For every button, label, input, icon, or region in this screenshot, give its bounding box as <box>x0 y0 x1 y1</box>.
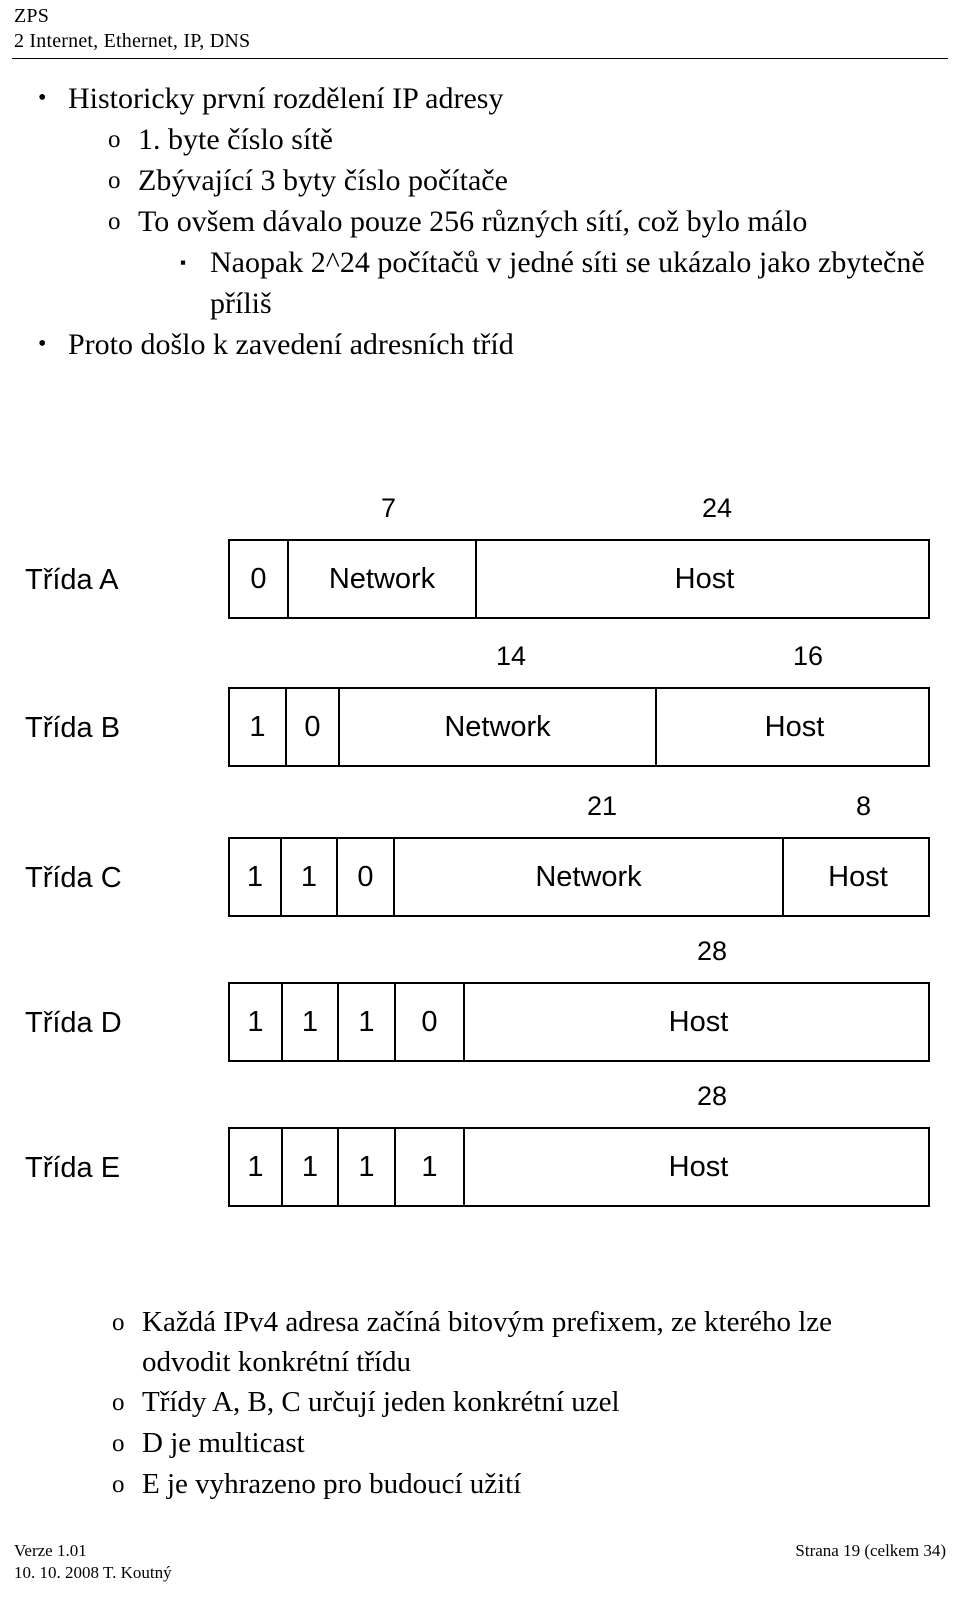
bullet-item: o E je vyhrazeno pro budoucí užití <box>0 1464 960 1505</box>
bullet-item: o D je multicast <box>0 1423 960 1464</box>
address-field-cell: 1 <box>230 1129 283 1205</box>
address-field-cell: 1 <box>230 984 283 1060</box>
bullet-text: Proto došlo k zavedení adresních tříd <box>68 328 514 361</box>
bullet-item: ▪ Naopak 2^24 počítačů v jedné síti se uk… <box>0 242 960 324</box>
address-format-row: 1 1 1 0 Host <box>228 982 930 1062</box>
bullet-marker-icon: o <box>112 1389 125 1416</box>
bullet-text: Naopak 2^24 počítačů v jedné síti se uká… <box>210 246 925 320</box>
class-row-label: Třída C <box>25 862 122 894</box>
bit-count-label: 7 <box>381 493 397 523</box>
bullet-text: To ovšem dávalo pouze 256 různých sítí, … <box>138 205 808 238</box>
top-bullet-list: • Historicky první rozdělení IP adresy o 1.… <box>0 78 960 365</box>
bullet-marker-icon: o <box>108 208 121 235</box>
address-field-cell: Host <box>668 1005 729 1038</box>
bullet-text: Zbývající 3 byty číslo počítače <box>138 164 508 197</box>
bullet-item: o Každá IPv4 adresa začíná bitovým prefix… <box>0 1302 960 1382</box>
page-number: Strana 19 (celkem 34) <box>795 1541 946 1560</box>
address-field-cell: 0 <box>396 984 465 1060</box>
bit-count-label: 24 <box>702 493 733 523</box>
bullet-text: Historicky první rozdělení IP adresy <box>68 82 504 115</box>
slide-page: ZPS 2 Internet, Ethernet, IP, DNS • Histo… <box>0 0 960 1610</box>
address-field-cell: Network <box>340 689 657 765</box>
address-field-cell: 0 <box>338 839 395 915</box>
bullet-item: o Zbývající 3 byty číslo počítače <box>0 160 960 201</box>
address-field-cell: 1 <box>283 984 339 1060</box>
address-field-cell: 0 <box>287 689 340 765</box>
address-field-cell: Network <box>289 541 477 617</box>
address-field-cell: 1 <box>230 839 282 915</box>
class-row-label: Třída B <box>25 712 121 744</box>
document-version: Verze 1.01 <box>14 1541 87 1560</box>
course-code: ZPS <box>14 5 50 27</box>
address-field-cell: Host <box>764 710 825 743</box>
bullet-marker-icon: ▪ <box>180 253 187 272</box>
bullet-item: o To ovšem dávalo pouze 256 různých sítí,… <box>0 201 960 242</box>
document-date-author: 10. 10. 2008 T. Koutný <box>14 1563 172 1582</box>
bullet-text: D je multicast <box>142 1427 305 1459</box>
class-row-label: Třída A <box>25 564 119 596</box>
address-field-cell: 1 <box>283 1129 339 1205</box>
bit-count-label: 8 <box>856 791 872 821</box>
bottom-bullet-list: o Každá IPv4 adresa začíná bitovým prefix… <box>0 1302 960 1505</box>
address-field-cell: Host <box>668 1150 729 1183</box>
footer-left-block: Verze 1.01 10. 10. 2008 T. Koutný <box>14 1540 172 1584</box>
address-field-cell: 1 <box>339 984 396 1060</box>
chapter-title: 2 Internet, Ethernet, IP, DNS <box>14 30 251 52</box>
address-format-row: 0 Network Host <box>228 539 930 619</box>
bullet-text: E je vyhrazeno pro budoucí užití <box>142 1468 522 1500</box>
bullet-item: • Historicky první rozdělení IP adresy <box>0 78 960 119</box>
bullet-marker-icon: o <box>112 1430 125 1457</box>
bit-count-label: 14 <box>496 641 527 671</box>
address-field-cell: Host <box>828 860 888 893</box>
address-field-cell: 1 <box>396 1129 465 1205</box>
address-field-cell: 1 <box>230 689 287 765</box>
address-field-cell: 0 <box>230 541 289 617</box>
bullet-text: Třídy A, B, C určují jeden konkrétní uze… <box>142 1386 620 1418</box>
class-row-label: Třída D <box>25 1007 122 1039</box>
bullet-text: 1. byte číslo sítě <box>138 123 333 156</box>
bullet-marker-icon: o <box>112 1471 125 1498</box>
header-divider <box>12 58 948 59</box>
bullet-item: • Proto došlo k zavedení adresních tříd <box>0 324 960 365</box>
bit-count-label: 28 <box>697 1081 728 1111</box>
bullet-item: o Třídy A, B, C určují jeden konkrétní uz… <box>0 1382 960 1423</box>
page-header: ZPS 2 Internet, Ethernet, IP, DNS <box>14 4 946 54</box>
address-field-cell: 1 <box>282 839 338 915</box>
bit-count-label: 16 <box>793 641 824 671</box>
bullet-marker-icon: • <box>38 85 47 111</box>
address-field-cell: Host <box>674 562 735 595</box>
address-format-row: 1 1 0 Network Host <box>228 837 930 917</box>
bullet-marker-icon: o <box>108 167 121 194</box>
bullet-text: Každá IPv4 adresa začíná bitovým prefixe… <box>142 1306 833 1378</box>
address-field-cell: 1 <box>339 1129 396 1205</box>
bit-count-label: 21 <box>587 791 618 821</box>
bit-count-label: 28 <box>697 936 728 966</box>
bullet-marker-icon: o <box>112 1309 125 1336</box>
address-format-row: 1 1 1 1 Host <box>228 1127 930 1207</box>
class-row-label: Třída E <box>25 1152 121 1184</box>
bullet-marker-icon: o <box>108 126 121 153</box>
address-format-row: 1 0 Network Host <box>228 687 930 767</box>
bullet-marker-icon: • <box>38 331 47 357</box>
address-field-cell: Network <box>395 839 784 915</box>
bullet-item: o 1. byte číslo sítě <box>0 119 960 160</box>
